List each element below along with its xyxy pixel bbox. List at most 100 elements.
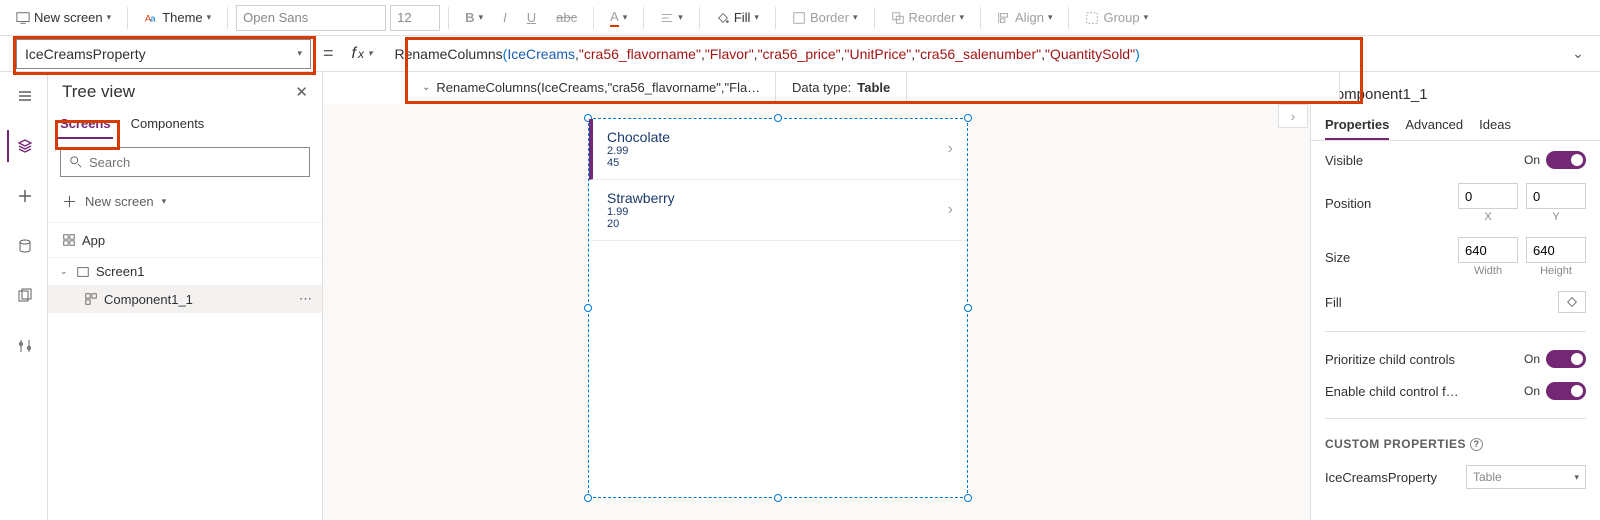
tree-search[interactable]: [60, 147, 310, 177]
breadcrumb-chevron[interactable]: ›: [1278, 104, 1308, 128]
underline-button[interactable]: U: [519, 6, 544, 29]
database-icon: [17, 238, 33, 254]
chevron-down-icon: ▾: [207, 12, 212, 23]
tree-item-component[interactable]: Component1_1 ⋯: [48, 285, 322, 313]
resize-handle[interactable]: [584, 304, 592, 312]
group-button[interactable]: Group ▾: [1077, 6, 1156, 29]
chevron-right-icon[interactable]: ›: [948, 140, 953, 158]
tree-item-screen1[interactable]: ⌄ Screen1: [48, 258, 322, 285]
enable-child-toggle[interactable]: [1546, 382, 1586, 400]
close-tree-button[interactable]: ✕: [295, 83, 308, 101]
gallery-item[interactable]: Chocolate 2.99 45 ›: [589, 119, 967, 180]
align-icon: [660, 11, 674, 25]
group-label: Group: [1103, 10, 1139, 25]
theme-button[interactable]: Aa Theme ▾: [136, 6, 219, 29]
fill-icon: [716, 11, 730, 25]
size-height-input[interactable]: [1526, 237, 1586, 263]
border-button[interactable]: Border ▾: [784, 6, 866, 29]
prop-visible-label: Visible: [1325, 153, 1363, 168]
tree-new-screen[interactable]: ＋ New screen ▾: [48, 185, 322, 218]
property-selector[interactable]: IceCreamsProperty ▾: [16, 39, 311, 69]
fill-color-picker[interactable]: [1558, 291, 1586, 313]
visible-toggle[interactable]: [1546, 151, 1586, 169]
separator: [448, 7, 449, 29]
media-icon: [17, 288, 33, 304]
new-screen-button[interactable]: New screen ▾: [8, 6, 119, 29]
chevron-right-icon[interactable]: ›: [948, 201, 953, 219]
datatype-cell: Data type: Table: [776, 72, 907, 103]
prop-fill-row: Fill: [1325, 291, 1586, 313]
tab-ideas[interactable]: Ideas: [1479, 111, 1511, 140]
gallery-item-qty: 45: [607, 157, 953, 169]
insert-rail-button[interactable]: [8, 180, 40, 212]
font-size-select[interactable]: [390, 5, 440, 31]
divider: [1325, 331, 1586, 332]
font-color-button[interactable]: A▾: [602, 5, 635, 31]
gallery-item-title: Chocolate: [607, 129, 953, 145]
plus-icon: [17, 188, 33, 204]
formula-input[interactable]: RenameColumns(IceCreams,"cra56_flavornam…: [387, 39, 1557, 69]
reorder-button[interactable]: Reorder ▾: [883, 6, 973, 29]
resize-handle[interactable]: [964, 494, 972, 502]
size-width-input[interactable]: [1458, 237, 1518, 263]
align-label: Align: [1015, 10, 1044, 25]
italic-button[interactable]: I: [495, 6, 515, 29]
tab-components[interactable]: Components: [129, 110, 207, 139]
prop-position-label: Position: [1325, 196, 1371, 211]
bold-button[interactable]: B▾: [457, 6, 491, 29]
chevron-down-icon: ▾: [1574, 472, 1579, 483]
tree-item-app[interactable]: App: [48, 222, 322, 258]
info-icon[interactable]: ?: [1470, 438, 1483, 451]
media-rail-button[interactable]: [8, 280, 40, 312]
formula-summary-cell[interactable]: ⌄ RenameColumns(IceCreams,"cra56_flavorn…: [406, 72, 776, 103]
hamburger-button[interactable]: [8, 80, 40, 112]
font-family-select[interactable]: [236, 5, 386, 31]
more-icon[interactable]: ⋯: [299, 291, 312, 307]
tab-advanced[interactable]: Advanced: [1405, 111, 1463, 140]
property-selector-value: IceCreamsProperty: [25, 46, 146, 62]
resize-handle[interactable]: [774, 494, 782, 502]
canvas[interactable]: Chocolate 2.99 45 › Strawberry 1.99 20 ›: [323, 104, 1310, 520]
data-rail-button[interactable]: [8, 230, 40, 262]
selected-control-name: Component1_1: [1311, 72, 1600, 111]
resize-handle[interactable]: [964, 304, 972, 312]
theme-icon: Aa: [144, 11, 158, 25]
align-obj-icon: [997, 11, 1011, 25]
align-text-button[interactable]: ▾: [652, 7, 691, 29]
tools-rail-button[interactable]: [8, 330, 40, 362]
separator: [593, 7, 594, 29]
prop-position-row: Position X Y: [1325, 183, 1586, 223]
strike-button[interactable]: abc: [548, 6, 585, 29]
tree-tabs: Screens Components: [48, 108, 322, 139]
resize-handle[interactable]: [584, 494, 592, 502]
fx-button[interactable]: fx▾: [346, 43, 379, 65]
gallery-item[interactable]: Strawberry 1.99 20 ›: [589, 180, 967, 241]
tree-view-rail-button[interactable]: [7, 130, 39, 162]
tree-search-input[interactable]: [89, 155, 301, 170]
tab-screens[interactable]: Screens: [58, 110, 113, 139]
app-icon: [62, 233, 76, 247]
prop-visible-row: Visible On: [1325, 151, 1586, 169]
left-nav-rail: [0, 72, 48, 520]
tab-properties[interactable]: Properties: [1325, 111, 1389, 140]
selected-component[interactable]: Chocolate 2.99 45 › Strawberry 1.99 20 ›: [588, 118, 968, 498]
custom-property-type[interactable]: Table ▾: [1466, 465, 1586, 489]
search-icon: [69, 155, 83, 169]
fill-button[interactable]: Fill ▾: [708, 6, 767, 29]
plus-icon: ＋: [62, 191, 77, 212]
position-x-input[interactable]: [1458, 183, 1518, 209]
tree-item-component-label: Component1_1: [104, 292, 193, 307]
properties-tabs: Properties Advanced Ideas: [1311, 111, 1600, 141]
separator: [980, 7, 981, 29]
tree-view-panel: Tree view ✕ Screens Components ＋ New scr…: [48, 72, 323, 520]
expand-formula-button[interactable]: ⌄: [1564, 45, 1592, 62]
prop-size-label: Size: [1325, 250, 1350, 265]
prioritize-toggle[interactable]: [1546, 350, 1586, 368]
prop-fill-label: Fill: [1325, 295, 1342, 310]
chevron-down-icon: ▾: [107, 12, 112, 23]
datatype-label: Data type:: [792, 80, 851, 95]
formula-result-bar: ⌄ RenameColumns(IceCreams,"cra56_flavorn…: [405, 72, 1340, 104]
align-objects-button[interactable]: Align ▾: [989, 6, 1060, 29]
position-y-input[interactable]: [1526, 183, 1586, 209]
format-toolbar: New screen ▾ Aa Theme ▾ B▾ I U abc A▾ ▾ …: [0, 0, 1600, 36]
